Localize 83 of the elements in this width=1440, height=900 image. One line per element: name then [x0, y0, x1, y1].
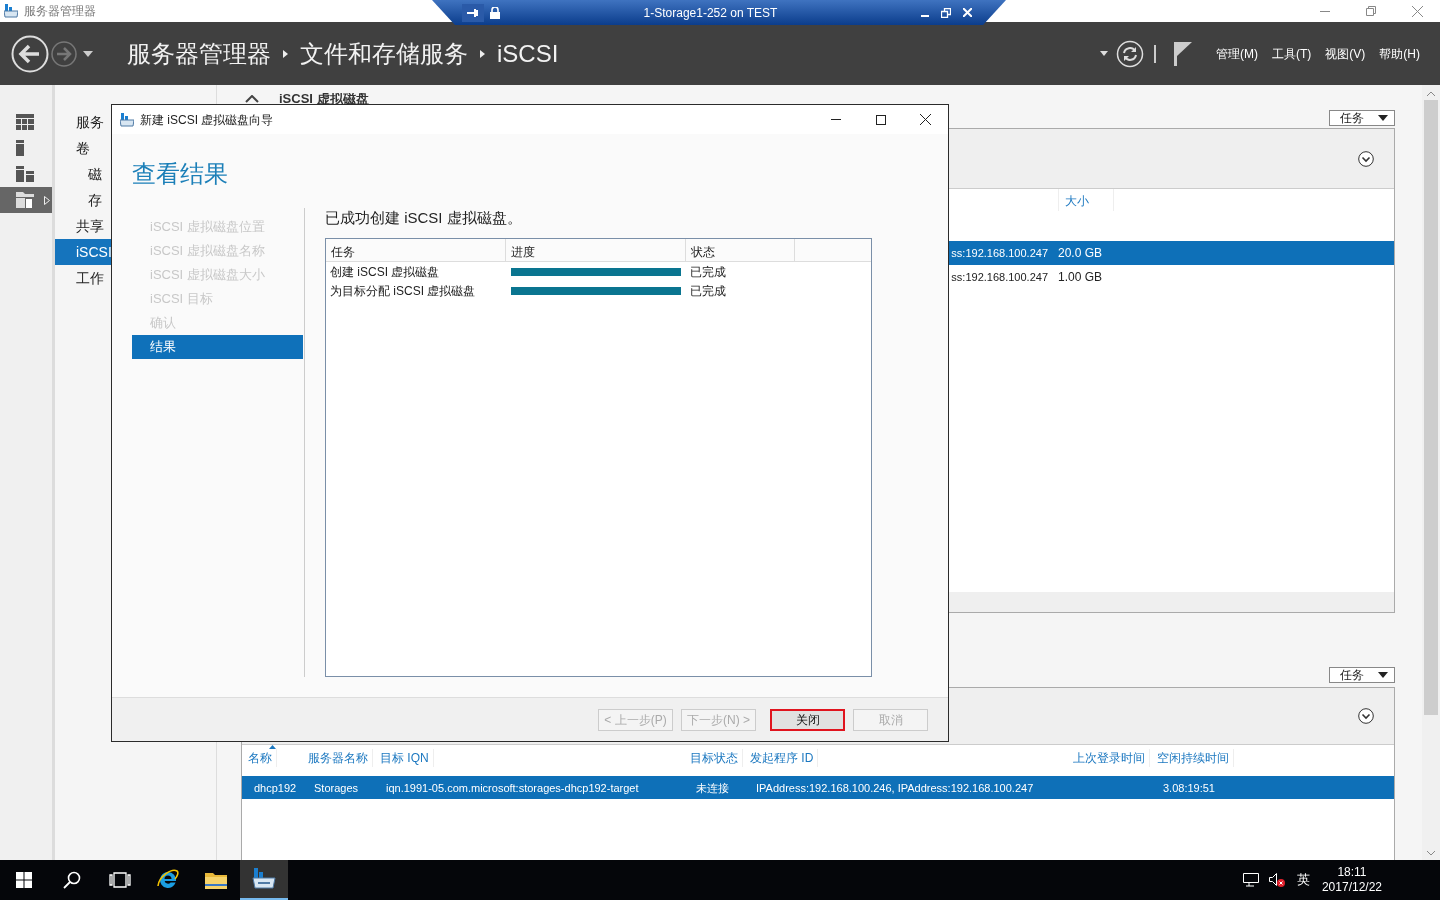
table-cell-text: Storages — [314, 781, 359, 796]
dashboard-icon — [16, 114, 34, 130]
restore-icon — [1366, 6, 1376, 16]
menu-item[interactable]: 视图(V) — [1325, 44, 1366, 63]
restore-icon[interactable] — [941, 7, 951, 18]
breadcrumb-separator-icon — [283, 49, 288, 58]
table-cell-text: 已完成 — [689, 263, 726, 281]
connection-title: 1-Storage1-252 on TEST — [642, 4, 779, 22]
flag-icon[interactable] — [1174, 41, 1192, 66]
column-header[interactable]: 进度 — [506, 239, 686, 261]
table-cell-text: 为目标分配 iSCSI 虚拟磁盘 — [329, 282, 477, 300]
muted-speaker-icon[interactable] — [1268, 873, 1285, 887]
breadcrumb-item[interactable]: 文件和存储服务 — [300, 35, 468, 72]
windows-icon — [16, 872, 32, 888]
table-cell-text: iqn.1991-05.com.microsoft:storages-dhcp192-target — [386, 781, 639, 796]
collapse-icon[interactable] — [245, 94, 259, 103]
pin-icon — [467, 7, 479, 18]
table-cell-text: ss:192.168.100.247 — [951, 245, 1048, 261]
table-cell-text: IPAddress:192.168.100.246, IPAddress:192.168.100.247 — [756, 781, 1034, 796]
scroll-thumb[interactable] — [1424, 100, 1438, 715]
menu-item[interactable]: 工具(T) — [1272, 44, 1312, 63]
server-icon — [16, 140, 24, 156]
result-message: 已成功创建 iSCSI 虚拟磁盘。 — [325, 208, 523, 228]
table-row[interactable]: dhcp192 Storages iqn.1991-05.com.microsoft:storages-dhcp192-target 未连接 IPAddress:192.168.100.246, IPAddress:192.168.100.247 3.08:19:51 — [242, 776, 1394, 799]
dropdown-icon[interactable] — [83, 50, 93, 57]
table-cell-text: 创建 iSCSI 虚拟磁盘 — [329, 263, 441, 281]
scroll-down-icon[interactable] — [1427, 851, 1435, 856]
network-icon[interactable] — [1242, 873, 1259, 887]
servers-icon — [16, 166, 34, 182]
lock-icon — [490, 6, 500, 19]
expand-icon[interactable] — [1358, 150, 1374, 167]
close-icon — [920, 114, 931, 125]
dropdown-icon[interactable] — [1100, 51, 1108, 56]
expand-icon — [44, 195, 50, 205]
close-icon — [1411, 5, 1423, 17]
column-header[interactable]: 上次登录时间 — [1073, 749, 1150, 767]
tasks-button[interactable]: 任务 — [1329, 667, 1395, 683]
clock-date[interactable]: 2017/12/22 — [1321, 880, 1382, 895]
pin-button[interactable] — [462, 3, 484, 22]
column-header[interactable]: 服务器名称 — [308, 749, 373, 767]
app-icon — [4, 4, 18, 18]
wizard-heading: 查看结果 — [132, 159, 229, 189]
window-title: 服务器管理器 — [24, 3, 96, 20]
files-icon — [16, 192, 34, 208]
breadcrumb-item[interactable]: 服务器管理器 — [127, 35, 271, 72]
dialog-title: 新建 iSCSI 虚拟磁盘向导 — [140, 111, 274, 129]
table-cell-text: 未连接 — [696, 781, 729, 796]
column-header[interactable]: 目标 IQN — [380, 749, 434, 767]
breadcrumb-item[interactable]: iSCSI — [497, 35, 559, 72]
column-header[interactable]: 状态 — [686, 239, 795, 261]
table-cell-text: ss:192.168.100.247 — [951, 269, 1048, 285]
column-header[interactable]: 目标状态 — [690, 749, 743, 767]
input-language[interactable]: 英 — [1296, 870, 1310, 890]
column-header[interactable]: 任务 — [326, 239, 506, 261]
close-icon[interactable] — [963, 8, 972, 17]
app-icon — [120, 112, 134, 127]
rail-item[interactable] — [0, 187, 52, 213]
wizard-step[interactable]: 结果 — [132, 335, 303, 359]
table-cell-text: 已完成 — [689, 282, 726, 300]
tasks-button[interactable]: 任务 — [1329, 110, 1395, 126]
menu-item[interactable]: 管理(M) — [1216, 44, 1258, 63]
table-cell-text: 1.00 GB — [1058, 269, 1104, 286]
column-header[interactable]: 发起程序 ID — [750, 749, 819, 767]
server-manager-icon — [252, 868, 276, 890]
table-cell-text: 3.08:19:51 — [1163, 781, 1215, 796]
dropdown-icon — [1378, 672, 1388, 678]
back-icon[interactable] — [11, 34, 49, 73]
task-view-icon — [109, 872, 131, 888]
expand-icon[interactable] — [1358, 708, 1374, 724]
folder-icon — [205, 871, 227, 889]
dropdown-icon — [1378, 115, 1388, 121]
wizard-button[interactable]: 关闭 — [770, 708, 845, 731]
table-cell-text: dhcp192 — [254, 781, 297, 796]
column-header[interactable]: 大小 — [1059, 189, 1114, 211]
taskbar-button[interactable] — [240, 860, 288, 900]
breadcrumb-separator-icon — [480, 49, 485, 58]
column-header[interactable]: 空闲持续时间 — [1157, 749, 1234, 767]
search-icon — [63, 871, 81, 889]
menu-item[interactable]: 帮助(H) — [1379, 44, 1420, 63]
table-cell-text: 20.0 GB — [1058, 245, 1104, 262]
refresh-icon[interactable] — [1116, 39, 1144, 68]
clock-time[interactable]: 18:11 — [1337, 865, 1367, 880]
scroll-up-icon[interactable] — [1427, 91, 1435, 96]
